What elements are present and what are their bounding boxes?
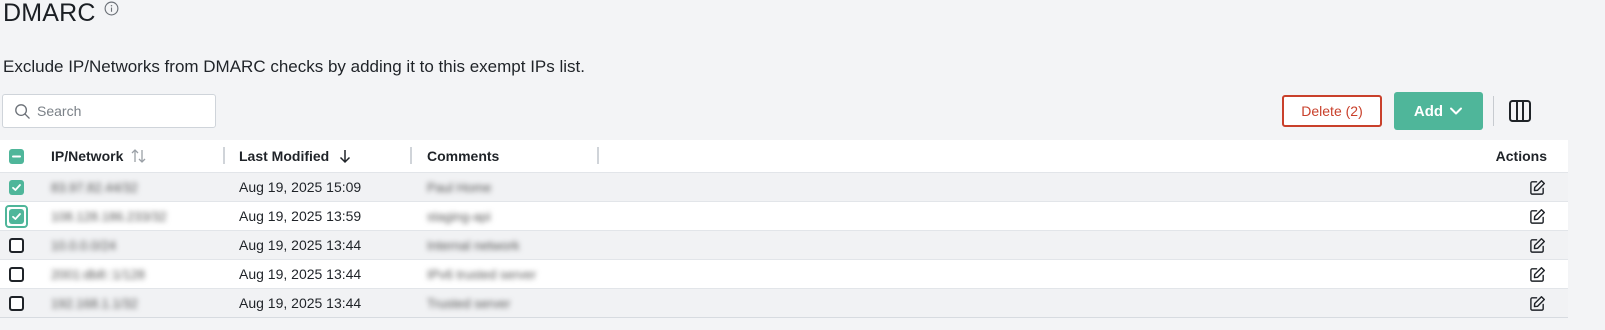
table-row[interactable]: 108.128.186.233/32 Aug 19, 2025 13:59 st… [0, 201, 1568, 230]
ip-network-cell: 83.97.82.44/32 [51, 179, 138, 195]
column-resize-handle[interactable] [410, 147, 412, 164]
comment-cell: Paul Home [427, 179, 492, 195]
chevron-down-icon [1450, 107, 1463, 115]
add-button-label: Add [1413, 102, 1444, 120]
header-comments-label: Comments [427, 148, 500, 164]
unchecked-box-icon [9, 237, 24, 253]
ip-network-cell: 108.128.186.233/32 [51, 208, 167, 224]
last-modified-cell: Aug 19, 2025 13:44 [239, 237, 362, 253]
page-description: Exclude IP/Networks from DMARC checks by… [3, 57, 585, 76]
last-modified-cell: Aug 19, 2025 13:59 [239, 208, 362, 224]
exempt-ip-table: IP/Network Last Modified Comments Action… [0, 140, 1568, 318]
columns-icon [1509, 100, 1531, 122]
row-checkbox[interactable] [5, 202, 28, 230]
table-header: IP/Network Last Modified Comments Action… [0, 140, 1568, 172]
add-button[interactable]: Add [1394, 92, 1483, 130]
search-field[interactable] [2, 94, 216, 128]
unchecked-box-icon [9, 266, 24, 282]
toolbar-divider [1493, 96, 1494, 126]
header-actions-label: Actions [1495, 148, 1547, 164]
select-all-indeterminate [9, 148, 24, 164]
ip-network-cell: 10.0.0.0/24 [51, 237, 117, 253]
ip-network-cell: 192.168.1.1/32 [51, 295, 138, 311]
edit-button[interactable] [1529, 289, 1546, 317]
header-ip-network-label: IP/Network [51, 148, 124, 164]
comment-cell: staging-api [427, 208, 491, 224]
search-icon [15, 103, 30, 119]
sort-descending-icon [340, 150, 351, 164]
edit-icon [1530, 237, 1546, 253]
last-modified-cell: Aug 19, 2025 15:09 [239, 179, 362, 195]
table-body: 83.97.82.44/32 Aug 19, 2025 15:09 Paul H… [0, 172, 1568, 317]
comment-cell: Trusted server [427, 295, 511, 311]
ip-network-cell: 2001:db8::1/128 [51, 266, 145, 282]
row-checkbox[interactable] [9, 173, 24, 201]
info-icon[interactable] [104, 1, 119, 16]
header-last-modified[interactable]: Last Modified [239, 140, 352, 172]
edit-icon [1530, 179, 1546, 195]
header-actions: Actions [1496, 140, 1547, 172]
table-row[interactable]: 192.168.1.1/32 Aug 19, 2025 13:44 Truste… [0, 288, 1568, 317]
comment-cell: IPv6 trusted server [427, 266, 537, 282]
row-checkbox[interactable] [9, 260, 24, 288]
last-modified-cell: Aug 19, 2025 13:44 [239, 295, 362, 311]
unchecked-box-icon [9, 295, 24, 311]
row-checkbox[interactable] [9, 289, 24, 317]
search-input[interactable] [37, 103, 197, 119]
checked-box-icon [9, 208, 24, 224]
page-title: DMARC [3, 0, 96, 27]
select-all-checkbox[interactable] [9, 140, 24, 172]
column-settings-button[interactable] [1506, 97, 1534, 125]
edit-button[interactable] [1529, 260, 1546, 288]
header-comments[interactable]: Comments [427, 140, 499, 172]
column-resize-handle[interactable] [597, 147, 599, 164]
column-resize-handle[interactable] [223, 147, 225, 164]
last-modified-cell: Aug 19, 2025 13:44 [239, 266, 362, 282]
row-checkbox[interactable] [9, 231, 24, 259]
edit-button[interactable] [1529, 231, 1546, 259]
header-ip-network[interactable]: IP/Network [51, 140, 148, 172]
edit-button[interactable] [1529, 202, 1546, 230]
table-row[interactable]: 83.97.82.44/32 Aug 19, 2025 15:09 Paul H… [0, 172, 1568, 201]
edit-button[interactable] [1529, 173, 1546, 201]
focus-ring [5, 204, 28, 228]
edit-icon [1530, 266, 1546, 282]
checked-box-icon [9, 179, 24, 195]
table-row[interactable]: 10.0.0.0/24 Aug 19, 2025 13:44 Internal … [0, 230, 1568, 259]
sort-both-icon [131, 149, 146, 163]
edit-icon [1530, 208, 1546, 224]
edit-icon [1530, 295, 1546, 311]
comment-cell: Internal network [427, 237, 520, 253]
table-row[interactable]: 2001:db8::1/128 Aug 19, 2025 13:44 IPv6 … [0, 259, 1568, 288]
delete-button[interactable]: Delete (2) [1282, 95, 1382, 127]
header-last-modified-label: Last Modified [239, 148, 330, 164]
title-row: DMARC [3, 0, 119, 26]
